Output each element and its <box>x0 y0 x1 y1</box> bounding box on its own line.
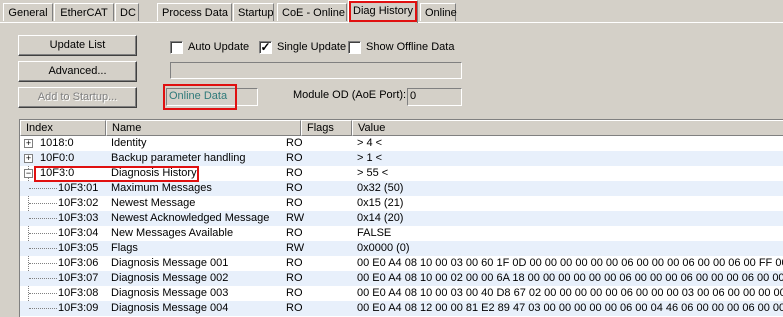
cell-value: 00 E0 A4 08 10 00 02 00 00 6A 18 00 00 0… <box>357 272 783 284</box>
cell-value: 0x32 (50) <box>357 182 404 194</box>
module-od-label: Module OD (AoE Port): <box>293 89 407 101</box>
tree-branch-line <box>29 203 57 204</box>
show-offline-data-label: Show Offline Data <box>366 41 455 53</box>
column-header-flags[interactable]: Flags <box>301 120 352 136</box>
cell-flags: RO <box>286 272 303 284</box>
cell-flags: RO <box>286 227 303 239</box>
show-offline-data-checkbox[interactable]: Show Offline Data <box>348 40 454 54</box>
tree-branch-line <box>29 308 57 309</box>
cell-name: New Messages Available <box>111 227 234 239</box>
expand-icon[interactable]: + <box>24 139 33 148</box>
update-list-button[interactable]: Update List <box>18 35 137 56</box>
column-header-index[interactable]: Index <box>20 120 106 136</box>
tree-branch-line <box>29 293 57 294</box>
cell-index: 1018:0 <box>40 137 74 149</box>
cell-flags: RW <box>286 242 305 254</box>
table-row[interactable]: 10F3:05 Flags RW 0x0000 (0) <box>20 241 783 256</box>
cell-value: > 4 < <box>357 137 383 149</box>
cell-name: Flags <box>111 242 138 254</box>
checkbox-box[interactable] <box>348 40 361 54</box>
tree-branch-line <box>29 233 57 234</box>
module-od-field[interactable]: 0 <box>407 88 462 106</box>
cell-value: 00 E0 A4 08 12 00 00 81 E2 89 47 03 00 0… <box>357 302 783 314</box>
tree-branch-line <box>29 188 57 189</box>
table-row[interactable]: 10F3:04 New Messages Available RO FALSE <box>20 226 783 241</box>
tab-online[interactable]: Online <box>420 3 457 21</box>
column-header-name[interactable]: Name <box>106 120 301 136</box>
cell-flags: RO <box>286 287 303 299</box>
tree-branch-line <box>29 263 57 264</box>
highlight-online-data <box>163 84 237 110</box>
cell-name: Newest Acknowledged Message <box>111 212 270 224</box>
tab-ethercat[interactable]: EtherCAT <box>54 3 114 21</box>
expand-icon[interactable]: + <box>24 154 33 163</box>
table-row[interactable]: +10F0:0 Backup parameter handling RO > 1 < <box>20 151 783 166</box>
cell-value: 00 E0 A4 08 10 00 03 00 40 D8 67 02 00 0… <box>357 287 783 299</box>
cell-name: Diagnosis Message 002 <box>111 272 229 284</box>
cell-value: 0x0000 (0) <box>357 242 410 254</box>
coe-object-table: Index Name Flags Value +1018:0 Identity RO… <box>19 119 783 317</box>
cell-flags: RO <box>286 137 303 149</box>
cell-flags: RW <box>286 212 305 224</box>
cell-value: > 55 < <box>357 167 389 179</box>
tab-coe-online[interactable]: CoE - Online <box>277 3 347 21</box>
table-row[interactable]: 10F3:08 Diagnosis Message 003 RO 00 E0 A4 0… <box>20 286 783 301</box>
cell-name: Diagnosis Message 004 <box>111 302 229 314</box>
tab-bar: General EtherCAT DC Process Data Startup… <box>0 0 783 23</box>
cell-name: Maximum Messages <box>111 182 212 194</box>
single-update-checkbox[interactable]: ✓ Single Update <box>259 40 346 54</box>
cell-flags: RO <box>286 167 303 179</box>
single-update-label: Single Update <box>277 41 347 53</box>
cell-name: Backup parameter handling <box>111 152 246 164</box>
tab-dc[interactable]: DC <box>115 3 139 21</box>
cell-name: Diagnosis Message 001 <box>111 257 229 269</box>
table-row[interactable]: 10F3:06 Diagnosis Message 001 RO 00 E0 A4 0… <box>20 256 783 271</box>
checkbox-box[interactable] <box>170 40 183 54</box>
cell-flags: RO <box>286 257 303 269</box>
table-row[interactable]: 10F3:01 Maximum Messages RO 0x32 (50) <box>20 181 783 196</box>
cell-value: 00 E0 A4 08 10 00 03 00 60 1F 0D 00 00 0… <box>357 257 783 269</box>
table-row[interactable]: 10F3:03 Newest Acknowledged Message RW 0x14… <box>20 211 783 226</box>
cell-flags: RO <box>286 302 303 314</box>
cell-flags: RO <box>286 152 303 164</box>
cell-value: FALSE <box>357 227 392 239</box>
advanced-button[interactable]: Advanced... <box>18 61 137 82</box>
cell-flags: RO <box>286 182 303 194</box>
column-header-value[interactable]: Value <box>352 120 783 136</box>
cell-value: 0x14 (20) <box>357 212 404 224</box>
tree-branch-line <box>29 278 57 279</box>
tab-process-data[interactable]: Process Data <box>157 3 232 21</box>
tab-startup[interactable]: Startup <box>233 3 274 21</box>
checkbox-checked-box[interactable]: ✓ <box>259 40 272 54</box>
cell-index: 10F0:0 <box>40 152 75 164</box>
cell-value: 0x15 (21) <box>357 197 404 209</box>
table-row[interactable]: +1018:0 Identity RO > 4 < <box>20 136 783 151</box>
auto-update-label: Auto Update <box>188 41 250 53</box>
od-filter-field[interactable] <box>170 62 462 79</box>
cell-name: Newest Message <box>111 197 196 209</box>
add-to-startup-button[interactable]: Add to Startup... <box>18 87 137 108</box>
highlight-diagnosis-history-row <box>34 166 199 182</box>
tab-general[interactable]: General <box>3 3 53 21</box>
table-row[interactable]: 10F3:09 Diagnosis Message 004 RO 00 E0 A4 0… <box>20 301 783 316</box>
tab-diag-history[interactable]: Diag History <box>348 0 418 23</box>
tree-branch-line <box>29 248 57 249</box>
table-row[interactable]: 10F3:07 Diagnosis Message 002 RO 00 E0 A4 0… <box>20 271 783 286</box>
table-row[interactable]: 10F3:02 Newest Message RO 0x15 (21) <box>20 196 783 211</box>
tree-branch-line <box>29 218 57 219</box>
collapse-icon[interactable]: − <box>24 169 33 178</box>
cell-name: Diagnosis Message 003 <box>111 287 229 299</box>
cell-name: Identity <box>111 137 147 149</box>
cell-value: > 1 < <box>357 152 383 164</box>
auto-update-checkbox[interactable]: Auto Update <box>170 40 249 54</box>
cell-flags: RO <box>286 197 303 209</box>
